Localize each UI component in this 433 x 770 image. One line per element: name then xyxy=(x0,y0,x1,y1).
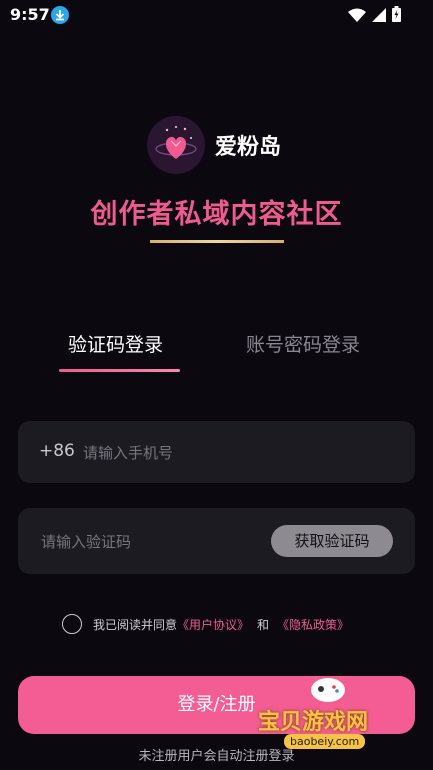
slogan-divider xyxy=(150,240,284,243)
privacy-policy-link[interactable]: 《隐私政策》 xyxy=(277,616,349,633)
code-field: 获取验证码 xyxy=(18,508,415,574)
slogan: 创作者私域内容社区 xyxy=(90,199,343,230)
signal-icon xyxy=(372,7,386,26)
status-bar: 9:57 xyxy=(0,0,433,30)
tab-sms-login[interactable]: 验证码登录 xyxy=(68,330,163,357)
status-icons xyxy=(348,6,401,26)
battery-icon xyxy=(392,6,401,26)
phone-input[interactable] xyxy=(81,439,385,467)
login-register-button[interactable]: 登录/注册 xyxy=(18,676,415,734)
app-name: 爱粉岛 xyxy=(215,135,282,160)
agreement-row: 我已阅读并同意 《用户协议》 和 《隐私政策》 xyxy=(62,614,349,634)
agreement-and: 和 xyxy=(257,617,270,632)
agreement-prefix: 我已阅读并同意 xyxy=(93,617,178,632)
app-logo xyxy=(147,116,205,174)
active-tab-indicator xyxy=(59,369,180,372)
get-code-button[interactable]: 获取验证码 xyxy=(271,525,393,557)
download-icon xyxy=(51,6,69,24)
status-time: 9:57 xyxy=(10,5,50,24)
auto-register-hint: 未注册用户会自动注册登录 xyxy=(138,749,295,764)
wifi-icon xyxy=(348,7,366,26)
tab-password-login[interactable]: 账号密码登录 xyxy=(246,330,360,357)
country-code[interactable]: +86 xyxy=(39,441,75,461)
user-agreement-link[interactable]: 《用户协议》 xyxy=(177,616,249,633)
agreement-checkbox[interactable] xyxy=(62,614,82,634)
verification-code-input[interactable] xyxy=(39,528,273,556)
phone-field: +86 xyxy=(18,421,415,483)
